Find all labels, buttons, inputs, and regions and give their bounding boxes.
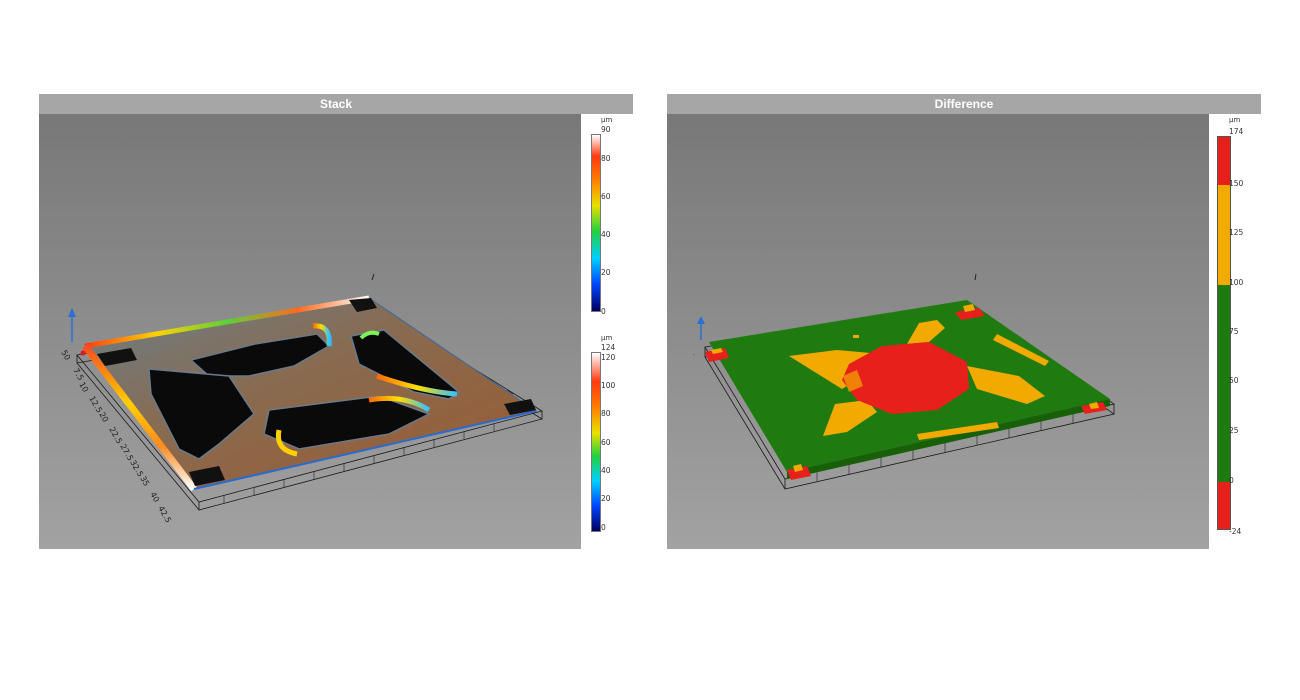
colorbar-tick: 150: [1229, 179, 1244, 188]
colorbar-tick: 124: [601, 343, 616, 352]
colorbar-tick: 0: [601, 307, 606, 316]
difference-panel: Difference . µm 174 150 125 100 75 50 25…: [667, 94, 1261, 549]
stack-panel-title: Stack: [39, 94, 633, 114]
colorbar-tick: 125: [1229, 228, 1244, 237]
difference-colorbar: µm 174 150 125 100 75 50 25 0 -24: [1213, 116, 1261, 546]
colorbar-tick: 0: [1229, 476, 1234, 485]
colorbar-tick: -24: [1229, 527, 1242, 536]
stack-colorbar-1: µm 90 80 60 40 20 0: [585, 116, 633, 316]
colorbar-tick: 100: [1229, 278, 1244, 287]
colorbar-tick: 90: [601, 125, 611, 134]
stack-panel-body: 50 7.5 10 12.5 20 22.5 27.5 32.5 35 40 4…: [39, 114, 633, 549]
difference-panel-body: . µm 174 150 125 100 75 50 25 0 -24: [667, 114, 1261, 549]
colorbar-gradient: [591, 352, 601, 532]
colorbar-tick: 120: [601, 353, 616, 362]
colorbar-tick: 60: [601, 438, 611, 447]
colorbar-gradient: [591, 134, 601, 312]
colorbar-tick: 80: [601, 154, 611, 163]
colorbar-unit: µm: [1229, 116, 1241, 124]
stack-colorbar-2: µm 124 120 100 80 60 40 20 0: [585, 334, 633, 549]
colorbar-tick: 40: [601, 230, 611, 239]
stack-3d-view[interactable]: 50 7.5 10 12.5 20 22.5 27.5 32.5 35 40 4…: [39, 114, 581, 549]
colorbar-tick: 20: [601, 494, 611, 503]
colorbar-unit: µm: [601, 116, 613, 124]
difference-panel-title: Difference: [667, 94, 1261, 114]
colorbar-tick: 0: [601, 523, 606, 532]
colorbar-tick: 80: [601, 409, 611, 418]
colorbar-tick: 75: [1229, 327, 1239, 336]
colorbar-tick: 50: [1229, 376, 1239, 385]
colorbar-tick: 40: [601, 466, 611, 475]
colorbar-tick: 100: [601, 381, 616, 390]
colorbar-tick: 60: [601, 192, 611, 201]
colorbar-tick: 174: [1229, 127, 1244, 136]
difference-3d-view[interactable]: .: [667, 114, 1209, 549]
stack-panel: Stack 50 7.5 10 12.5 20 22.5 27.5 32.5 3…: [39, 94, 633, 549]
colorbar-unit: µm: [601, 334, 613, 342]
colorbar-tick: 25: [1229, 426, 1239, 435]
colorbar-tick: 20: [601, 268, 611, 277]
